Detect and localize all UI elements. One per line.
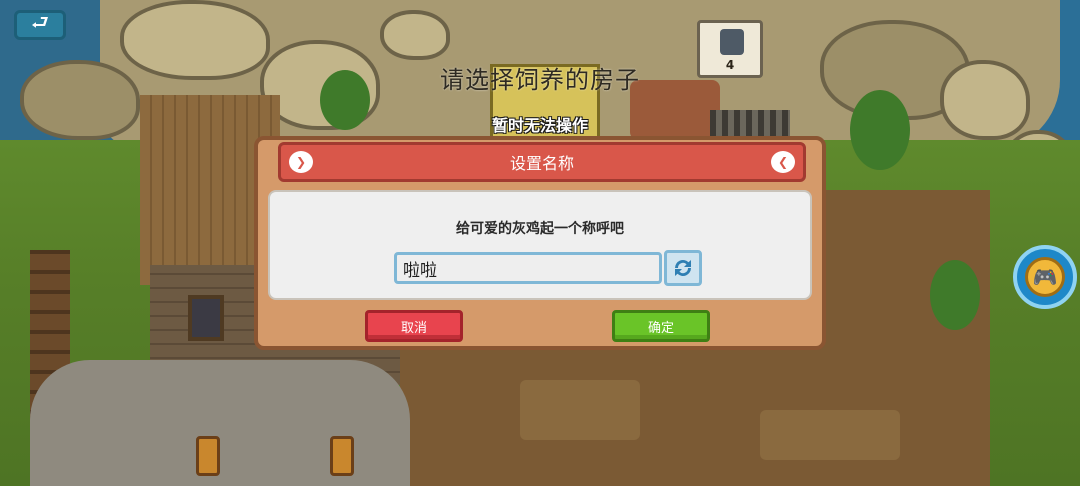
status-message: 暂时无法操作 — [491, 116, 588, 135]
dirt-patch — [520, 380, 640, 440]
dialog-message: 给可爱的灰鸡起一个称呼吧 — [456, 221, 624, 237]
dialog-body: 给可爱的灰鸡起一个称呼吧 — [268, 190, 812, 300]
random-name-button[interactable] — [664, 250, 702, 286]
dialog-header: ❯ 设置名称 ❮ — [278, 142, 806, 182]
dialog-title: 设置名称 — [509, 154, 574, 173]
set-name-dialog: ❯ 设置名称 ❮ 给可爱的灰鸡起一个称呼吧 取消 确定 — [254, 136, 826, 350]
gamepad-button[interactable]: 🎮 — [1013, 245, 1077, 309]
name-input[interactable] — [394, 252, 662, 284]
bucket-icon — [720, 29, 744, 55]
lantern-icon — [330, 436, 354, 476]
page-title: 请选择饲养的房子 — [440, 66, 640, 94]
refresh-icon — [675, 260, 691, 276]
lantern-icon — [196, 436, 220, 476]
cancel-button[interactable]: 取消 — [365, 310, 463, 342]
back-arrow-icon: ⮐ — [31, 10, 49, 34]
shrub — [930, 260, 980, 330]
house-window — [188, 295, 224, 341]
boulder — [380, 10, 450, 60]
back-button[interactable]: ⮐ — [14, 10, 66, 40]
confirm-button[interactable]: 确定 — [612, 310, 710, 342]
chevron-right-icon: ❯ — [289, 151, 313, 173]
dirt-patch — [760, 410, 900, 460]
chevron-left-icon: ❮ — [771, 151, 795, 173]
gamepad-icon: 🎮 — [1025, 257, 1065, 297]
